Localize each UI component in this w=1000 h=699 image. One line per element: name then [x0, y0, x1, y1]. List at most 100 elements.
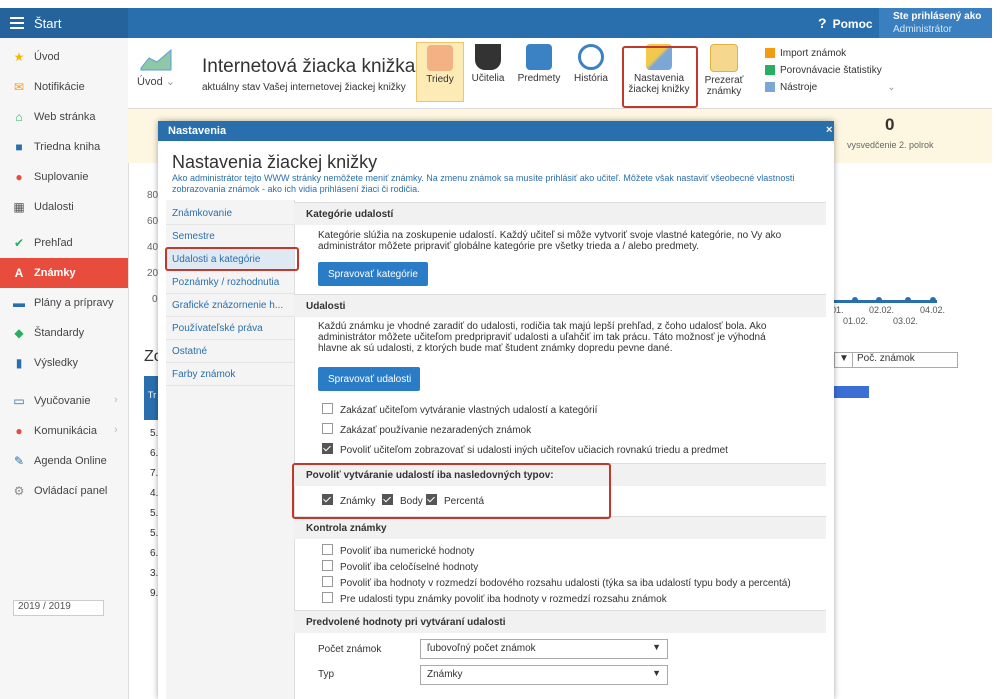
chart-point — [930, 297, 936, 303]
udalosti-text: Každú známku je vhodné zaradiť do udalos… — [318, 321, 767, 354]
shield-icon: ◆ — [14, 326, 24, 340]
nav-pouzivatelske-prava[interactable]: Používateľské práva — [166, 317, 294, 340]
chevron-right-icon: › — [114, 424, 118, 436]
spravovat-udalosti-button[interactable]: Spravovať udalosti — [318, 367, 420, 391]
checkbox-box[interactable] — [322, 403, 333, 414]
start-label: Štart — [34, 16, 62, 31]
date-label: 01.02. — [843, 316, 869, 326]
import-icon — [765, 48, 775, 59]
book-open-icon: ▭ — [13, 394, 25, 408]
triedy-button[interactable]: Triedy — [416, 42, 464, 102]
checkbox-box[interactable] — [322, 544, 333, 555]
settings-nav: Známkovanie Semestre Udalosti a kategóri… — [166, 200, 295, 699]
nav-graficke[interactable]: Grafické znázornenie h... — [166, 294, 294, 317]
sidebar-item-znamky[interactable]: A Známky — [0, 258, 128, 288]
book-icon — [526, 44, 552, 70]
user-box[interactable]: Ste prihlásený ako Administrátor — [879, 8, 992, 38]
user-line1: Ste prihlásený ako — [893, 11, 982, 22]
sidebar-item-standardy[interactable]: ◆ Štandardy — [0, 318, 128, 348]
chevron-right-icon: › — [114, 394, 118, 406]
nav-farby-znamok[interactable]: Farby známok — [166, 363, 294, 386]
ucitelia-button[interactable]: Učitelia — [468, 42, 508, 100]
y-tick: 20 — [147, 268, 159, 279]
highlight-typy — [292, 463, 611, 519]
gear-icon: ⚙ — [13, 484, 25, 498]
check-circle-icon: ✔ — [13, 236, 25, 250]
import-znamok-link[interactable]: Import známok — [765, 48, 896, 59]
briefcase-icon: ▬ — [13, 296, 25, 310]
prezerat-znamky-button[interactable]: Prezerať známky — [700, 42, 748, 100]
nav-ostatne[interactable]: Ostatné — [166, 340, 294, 363]
sidebar-item-ovladaci-panel[interactable]: ⚙ Ovládací panel — [0, 476, 128, 506]
povolit-zobrazovat-checkbox[interactable]: Povoliť učiteľom zobrazovať si udalosti … — [322, 443, 728, 456]
top-bar: Štart ? Pomoc Ste prihlásený ako Administ… — [0, 8, 992, 38]
count-select[interactable]: Poč. známok — [852, 352, 958, 368]
sidebar-item-notifikacie[interactable]: ✉ Notifikácie — [0, 72, 128, 102]
sidebar-item-web[interactable]: ⌂ Web stránka — [0, 102, 128, 132]
tools-icon — [765, 82, 775, 93]
spravovat-kategorie-button[interactable]: Spravovať kategórie — [318, 262, 428, 286]
nav-poznamky[interactable]: Poznámky / rozhodnutia — [166, 271, 294, 294]
typ-select[interactable]: Známky ▼ — [420, 665, 668, 685]
hamburger-icon — [10, 17, 24, 29]
date-label: 02.02. — [869, 305, 895, 315]
chart-point — [876, 297, 882, 303]
typ-label: Typ — [318, 669, 335, 680]
sidebar-item-vysledky[interactable]: ▮ Výsledky — [0, 348, 128, 378]
zakazat-vlastne-checkbox[interactable]: Zakázať učiteľom vytváranie vlastných ud… — [322, 403, 597, 416]
section-udalosti-head: Udalosti — [294, 294, 826, 317]
modal-header: Nastavenia — [158, 121, 834, 141]
graduation-cap-icon — [475, 44, 501, 70]
sidebar-item-agenda[interactable]: ✎ Agenda Online — [0, 446, 128, 476]
settings-content: Kategórie udalostí Kategórie slúžia na z… — [294, 200, 834, 699]
dropdown-arrow-icon: ▼ — [652, 642, 661, 652]
porovnavacie-statistiky-link[interactable]: Porovnávacie štatistiky — [765, 65, 896, 76]
kontrola-bodovy-rozsah-checkbox[interactable]: Povoliť iba hodnoty v rozmedzí bodového … — [322, 576, 791, 589]
nav-semestre[interactable]: Semestre — [166, 225, 294, 248]
uvod-dropdown[interactable]: Úvod ⌄ — [136, 46, 176, 88]
sidebar-item-vyucovanie[interactable]: ▭ Vyučovanie › — [0, 386, 128, 416]
checkbox-box[interactable] — [322, 592, 333, 603]
sidebar-item-triedna-kniha[interactable]: ■ Triedna kniha — [0, 132, 128, 162]
kontrola-celociselne-checkbox[interactable]: Povoliť iba celočíselné hodnoty — [322, 560, 478, 573]
sidebar-item-udalosti[interactable]: ▦ Udalosti — [0, 192, 128, 222]
checkbox-box[interactable] — [322, 576, 333, 587]
historia-button[interactable]: História — [570, 42, 612, 100]
bar-chart-icon — [765, 65, 775, 76]
chart-area-icon — [140, 48, 172, 71]
kontrola-numericke-checkbox[interactable]: Povoliť iba numerické hodnoty — [322, 544, 474, 557]
clock-icon — [578, 44, 604, 70]
zakazat-nezaradene-checkbox[interactable]: Zakázať používanie nezaradených známok — [322, 423, 531, 436]
filter-select[interactable]: ▼ — [834, 352, 854, 368]
checkbox-box[interactable] — [322, 443, 333, 454]
kontrola-rozsah-znamok-checkbox[interactable]: Pre udalosti typu známky povoliť iba hod… — [322, 592, 667, 605]
bar-chart-icon: ▮ — [15, 356, 23, 370]
modal-title: Nastavenia žiackej knižky — [172, 152, 378, 172]
user-role: Administrátor — [893, 24, 952, 35]
grade-icon: A — [14, 266, 24, 280]
envelope-icon: ✉ — [13, 80, 25, 94]
tools-menu: Import známok Porovnávacie štatistiky Ná… — [765, 48, 896, 99]
sidebar-item-plany[interactable]: ▬ Plány a prípravy — [0, 288, 128, 318]
sidebar-item-uvod[interactable]: ★ Úvod — [0, 42, 128, 72]
settings-modal: Nastavenia Nastavenia žiackej knižky Ako… — [158, 121, 834, 699]
y-tick: 80 — [147, 190, 159, 201]
sidebar-item-komunikacia[interactable]: ● Komunikácia › — [0, 416, 128, 446]
year-select[interactable]: 2019 / 2019 — [13, 600, 104, 616]
nastroje-dropdown[interactable]: Nástroje ⌄ — [765, 82, 896, 93]
sidebar-item-prehlad[interactable]: ✔ Prehľad — [0, 228, 128, 258]
predmety-button[interactable]: Predmety — [514, 42, 564, 100]
pocet-znamok-select[interactable]: ľubovoľný počet známok ▼ — [420, 639, 668, 659]
sidebar-item-suplovanie[interactable]: ● Suplovanie — [0, 162, 128, 192]
checkbox-box[interactable] — [322, 560, 333, 571]
section-kontrola-head: Kontrola známky — [294, 516, 826, 539]
question-icon: ? — [818, 15, 827, 31]
page-subtitle: aktuálny stav Vašej internetovej žiackej… — [202, 82, 406, 93]
help-button[interactable]: ? Pomoc — [818, 15, 873, 31]
home-icon: ⌂ — [15, 110, 23, 124]
close-icon[interactable]: × — [826, 124, 832, 136]
checkbox-box[interactable] — [322, 423, 333, 434]
start-menu-button[interactable]: Štart — [0, 8, 128, 38]
y-tick: 40 — [147, 242, 159, 253]
nav-znamkovanie[interactable]: Známkovanie — [166, 202, 294, 225]
